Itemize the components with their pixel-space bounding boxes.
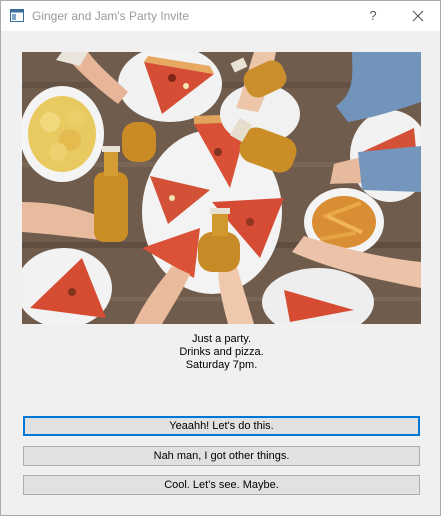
window-icon [10, 9, 24, 22]
dialog-window: Ginger and Jam's Party Invite ? Just a p… [0, 0, 441, 516]
invite-message: Just a party. Drinks and pizza. Saturday… [22, 333, 421, 372]
invite-line: Just a party. [191, 333, 252, 345]
maybe-button[interactable]: Cool. Let's see. Maybe. [23, 475, 420, 495]
close-icon [412, 10, 424, 22]
window-title: Ginger and Jam's Party Invite [32, 9, 190, 23]
invite-line: Drinks and pizza. [179, 346, 264, 358]
party-photo [22, 52, 421, 324]
accept-button[interactable]: Yeaahh! Let's do this. [23, 416, 420, 436]
title-bar[interactable]: Ginger and Jam's Party Invite ? [1, 1, 440, 31]
invite-line: Saturday 7pm. [185, 359, 258, 371]
close-button[interactable] [396, 1, 440, 31]
help-button[interactable]: ? [356, 1, 390, 31]
decline-button[interactable]: Nah man, I got other things. [23, 446, 420, 466]
